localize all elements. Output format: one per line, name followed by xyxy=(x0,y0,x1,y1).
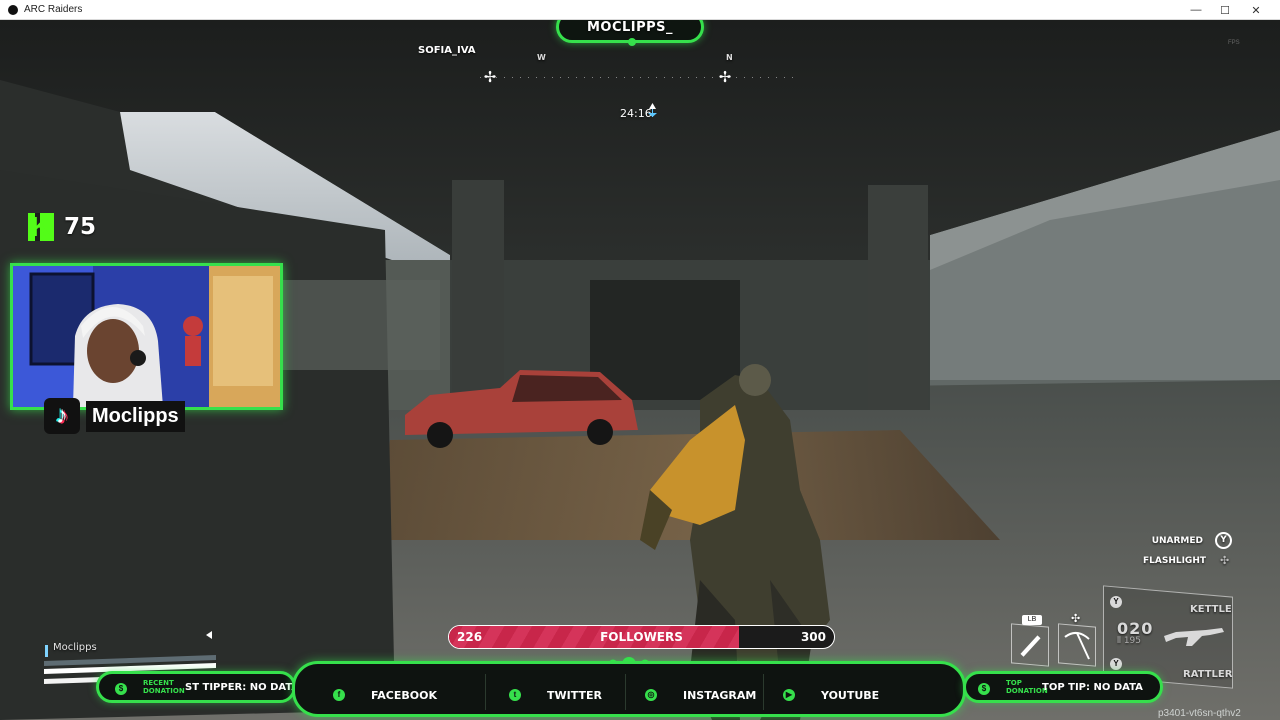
compass-ticks xyxy=(480,77,800,78)
app-icon xyxy=(8,4,18,15)
social-twitter-label: TWITTER xyxy=(547,688,602,702)
teammate-name: SOFIA_IVA xyxy=(418,45,476,56)
dpad-slot-icon: ✣ xyxy=(1071,612,1081,625)
divider xyxy=(625,674,626,710)
tiktok-icon: ♪ xyxy=(44,398,80,434)
close-button[interactable]: ✕ xyxy=(1240,0,1272,20)
webcam-feed xyxy=(10,263,283,410)
top-donation-panel: $ TOP DONATION TOP TIP: NO DATA xyxy=(963,671,1163,703)
recent-donation-caption: RECENT DONATION xyxy=(143,679,185,695)
hint-unarmed-label: UNARMED xyxy=(1151,535,1203,546)
social-footer: $ RECENT DONATION ST TIPPER: NO DATA f F… xyxy=(0,660,1280,720)
social-youtube-label: YOUTUBE xyxy=(821,688,880,702)
social-facebook-label: FACEBOOK xyxy=(371,688,437,702)
webcam-handle: Moclipps xyxy=(86,400,185,432)
instagram-icon: ◎ xyxy=(645,689,657,701)
player-status-name: Moclipps xyxy=(53,642,97,653)
concrete-wall xyxy=(0,170,395,720)
social-youtube[interactable]: ▶ YOUTUBE xyxy=(783,686,879,704)
kick-viewer-count: 75 xyxy=(64,214,97,240)
divider xyxy=(763,674,764,710)
youtube-icon: ▶ xyxy=(783,689,795,701)
window-titlebar: ARC Raiders — ☐ ✕ xyxy=(0,0,1280,20)
nameplate-dot xyxy=(628,38,636,46)
facebook-icon: f xyxy=(333,689,345,701)
recent-donation-panel: $ RECENT DONATION ST TIPPER: NO DATA xyxy=(96,671,300,703)
kick-viewer-counter: 75 xyxy=(28,213,96,241)
window-title: ARC Raiders xyxy=(24,4,83,15)
donation-icon: $ xyxy=(978,683,990,695)
pillar xyxy=(452,180,504,410)
minimize-button[interactable]: — xyxy=(1180,0,1212,20)
social-instagram-label: INSTAGRAM xyxy=(683,688,757,702)
hint-unarmed: UNARMED Y xyxy=(1152,532,1232,549)
webcam-image xyxy=(13,266,280,407)
socials-panel: f FACEBOOK t TWITTER ◎ INSTAGRAM ▶ YOUTU… xyxy=(292,661,966,717)
perf-overlay: FPS xyxy=(1228,40,1240,46)
pillar xyxy=(868,185,928,410)
y-button-icon: Y xyxy=(1215,532,1232,549)
social-instagram[interactable]: ◎ INSTAGRAM xyxy=(645,686,756,704)
compass-west-label: W xyxy=(537,53,546,62)
top-donation-value: TOP TIP: NO DATA xyxy=(1042,682,1143,693)
followers-target: 300 xyxy=(800,630,826,644)
maximize-button[interactable]: ☐ xyxy=(1209,0,1241,20)
kick-logo-icon xyxy=(28,213,54,241)
dpad-icon: ✣ xyxy=(1220,554,1230,567)
status-pointer-icon xyxy=(206,631,212,639)
hint-flashlight: FLASHLIGHT ✣ xyxy=(1143,555,1232,567)
followers-label: FOLLOWERS xyxy=(600,630,683,644)
build-id: p3401-vt6sn-qthv2 xyxy=(1158,708,1241,719)
compass-strip: ✢ ✢ xyxy=(480,70,800,86)
compass-north-label: N xyxy=(726,53,733,62)
teammate-marker-icon: ✢ xyxy=(483,69,497,86)
social-facebook[interactable]: f FACEBOOK xyxy=(333,686,437,704)
donation-icon: $ xyxy=(115,683,127,695)
objective-marker-icon: ✢ xyxy=(718,69,732,86)
match-timer: 24:16 xyxy=(620,107,652,120)
slot-key-lb: LB xyxy=(1022,615,1042,625)
webcam-label: ♪ Moclipps xyxy=(44,398,185,434)
social-twitter[interactable]: t TWITTER xyxy=(509,686,602,704)
hint-flashlight-label: FLASHLIGHT xyxy=(1142,556,1206,566)
divider xyxy=(485,674,486,710)
waypoint-icon xyxy=(648,103,657,117)
streamer-nameplate-text: MOCLIPPS_ xyxy=(586,19,674,35)
twitter-icon: t xyxy=(509,689,521,701)
followers-goal-bar: 226 FOLLOWERS 300 xyxy=(448,625,835,649)
stream-frame: ARC Raiders — ☐ ✕ SOFIA_IVA W N ✢ ✢ 24:1… xyxy=(0,0,1280,720)
player-color-flag xyxy=(45,645,48,657)
recent-donation-value: ST TIPPER: NO DATA xyxy=(185,682,300,693)
